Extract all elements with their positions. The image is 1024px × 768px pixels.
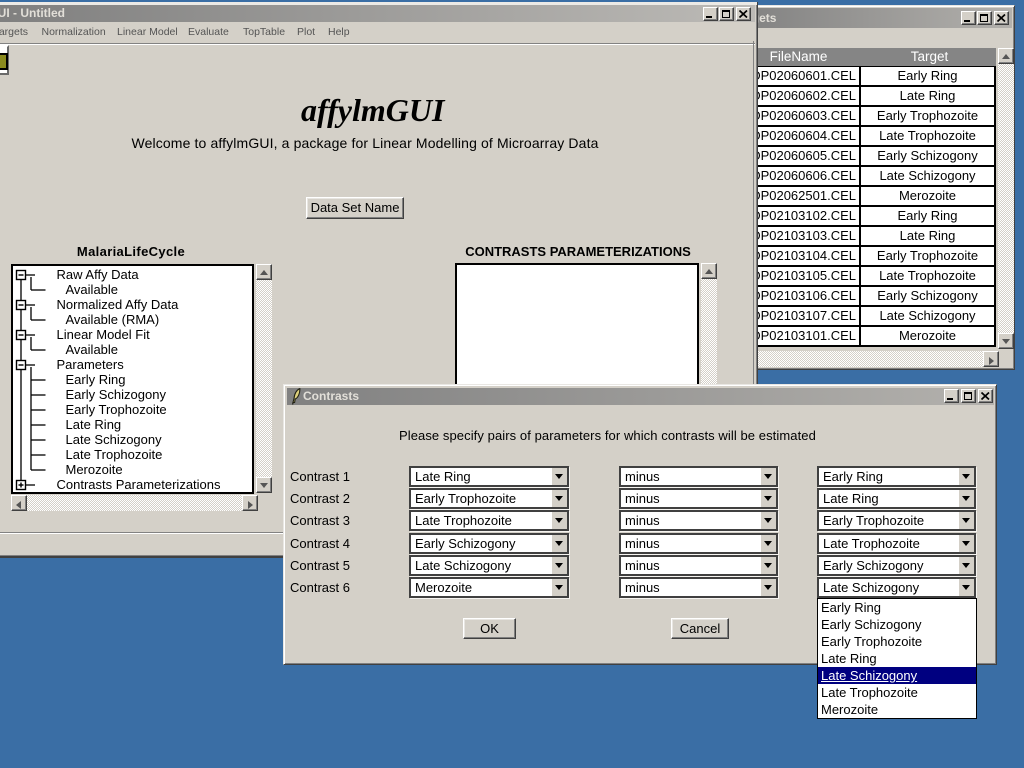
svg-text:Available: Available <box>66 282 119 297</box>
svg-text:Available: Available <box>66 342 119 357</box>
svg-text:Early Ring: Early Ring <box>66 372 126 387</box>
svg-text:Late Schizogony: Late Schizogony <box>66 432 163 447</box>
svg-text:Early Trophozoite: Early Trophozoite <box>66 402 167 417</box>
svg-text:Late Trophozoite: Late Trophozoite <box>66 447 163 462</box>
svg-text:Available (RMA): Available (RMA) <box>66 312 160 327</box>
svg-text:Contrasts Parameterizations: Contrasts Parameterizations <box>57 477 222 492</box>
svg-text:Early Schizogony: Early Schizogony <box>66 387 167 402</box>
svg-text:Merozoite: Merozoite <box>66 462 123 477</box>
svg-text:Raw Affy Data: Raw Affy Data <box>57 267 140 282</box>
svg-text:Late Ring: Late Ring <box>66 417 122 432</box>
svg-text:Normalized Affy Data: Normalized Affy Data <box>57 297 180 312</box>
svg-text:Linear Model Fit: Linear Model Fit <box>57 327 151 342</box>
svg-text:Parameters: Parameters <box>57 357 125 372</box>
